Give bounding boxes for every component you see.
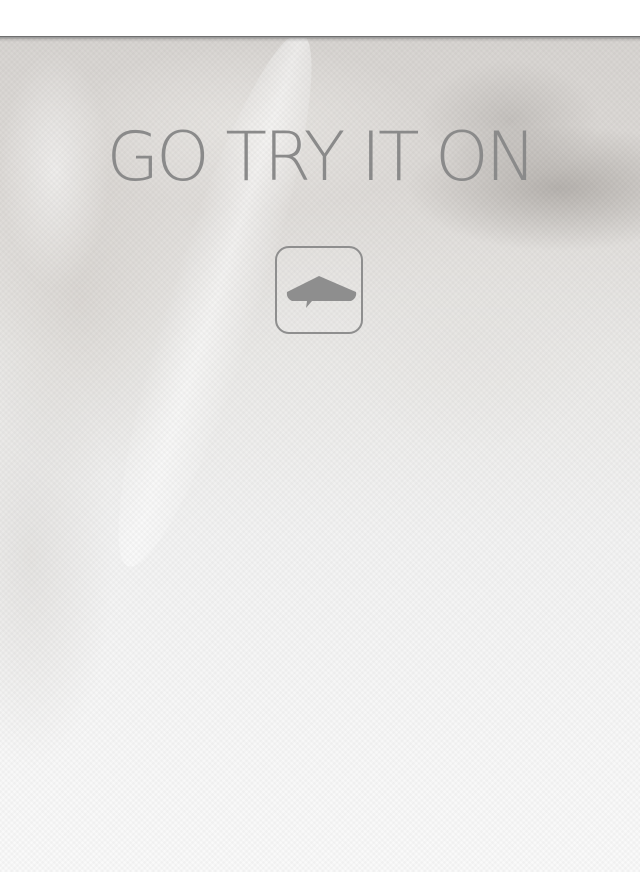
top-bar-shadow: [0, 36, 640, 42]
up-arrow-icon: [286, 276, 357, 308]
page: GO TRY IT ON: [0, 0, 640, 872]
top-bar: [0, 0, 640, 38]
headline: GO TRY IT ON: [106, 118, 536, 197]
scroll-up-button[interactable]: [275, 246, 363, 334]
